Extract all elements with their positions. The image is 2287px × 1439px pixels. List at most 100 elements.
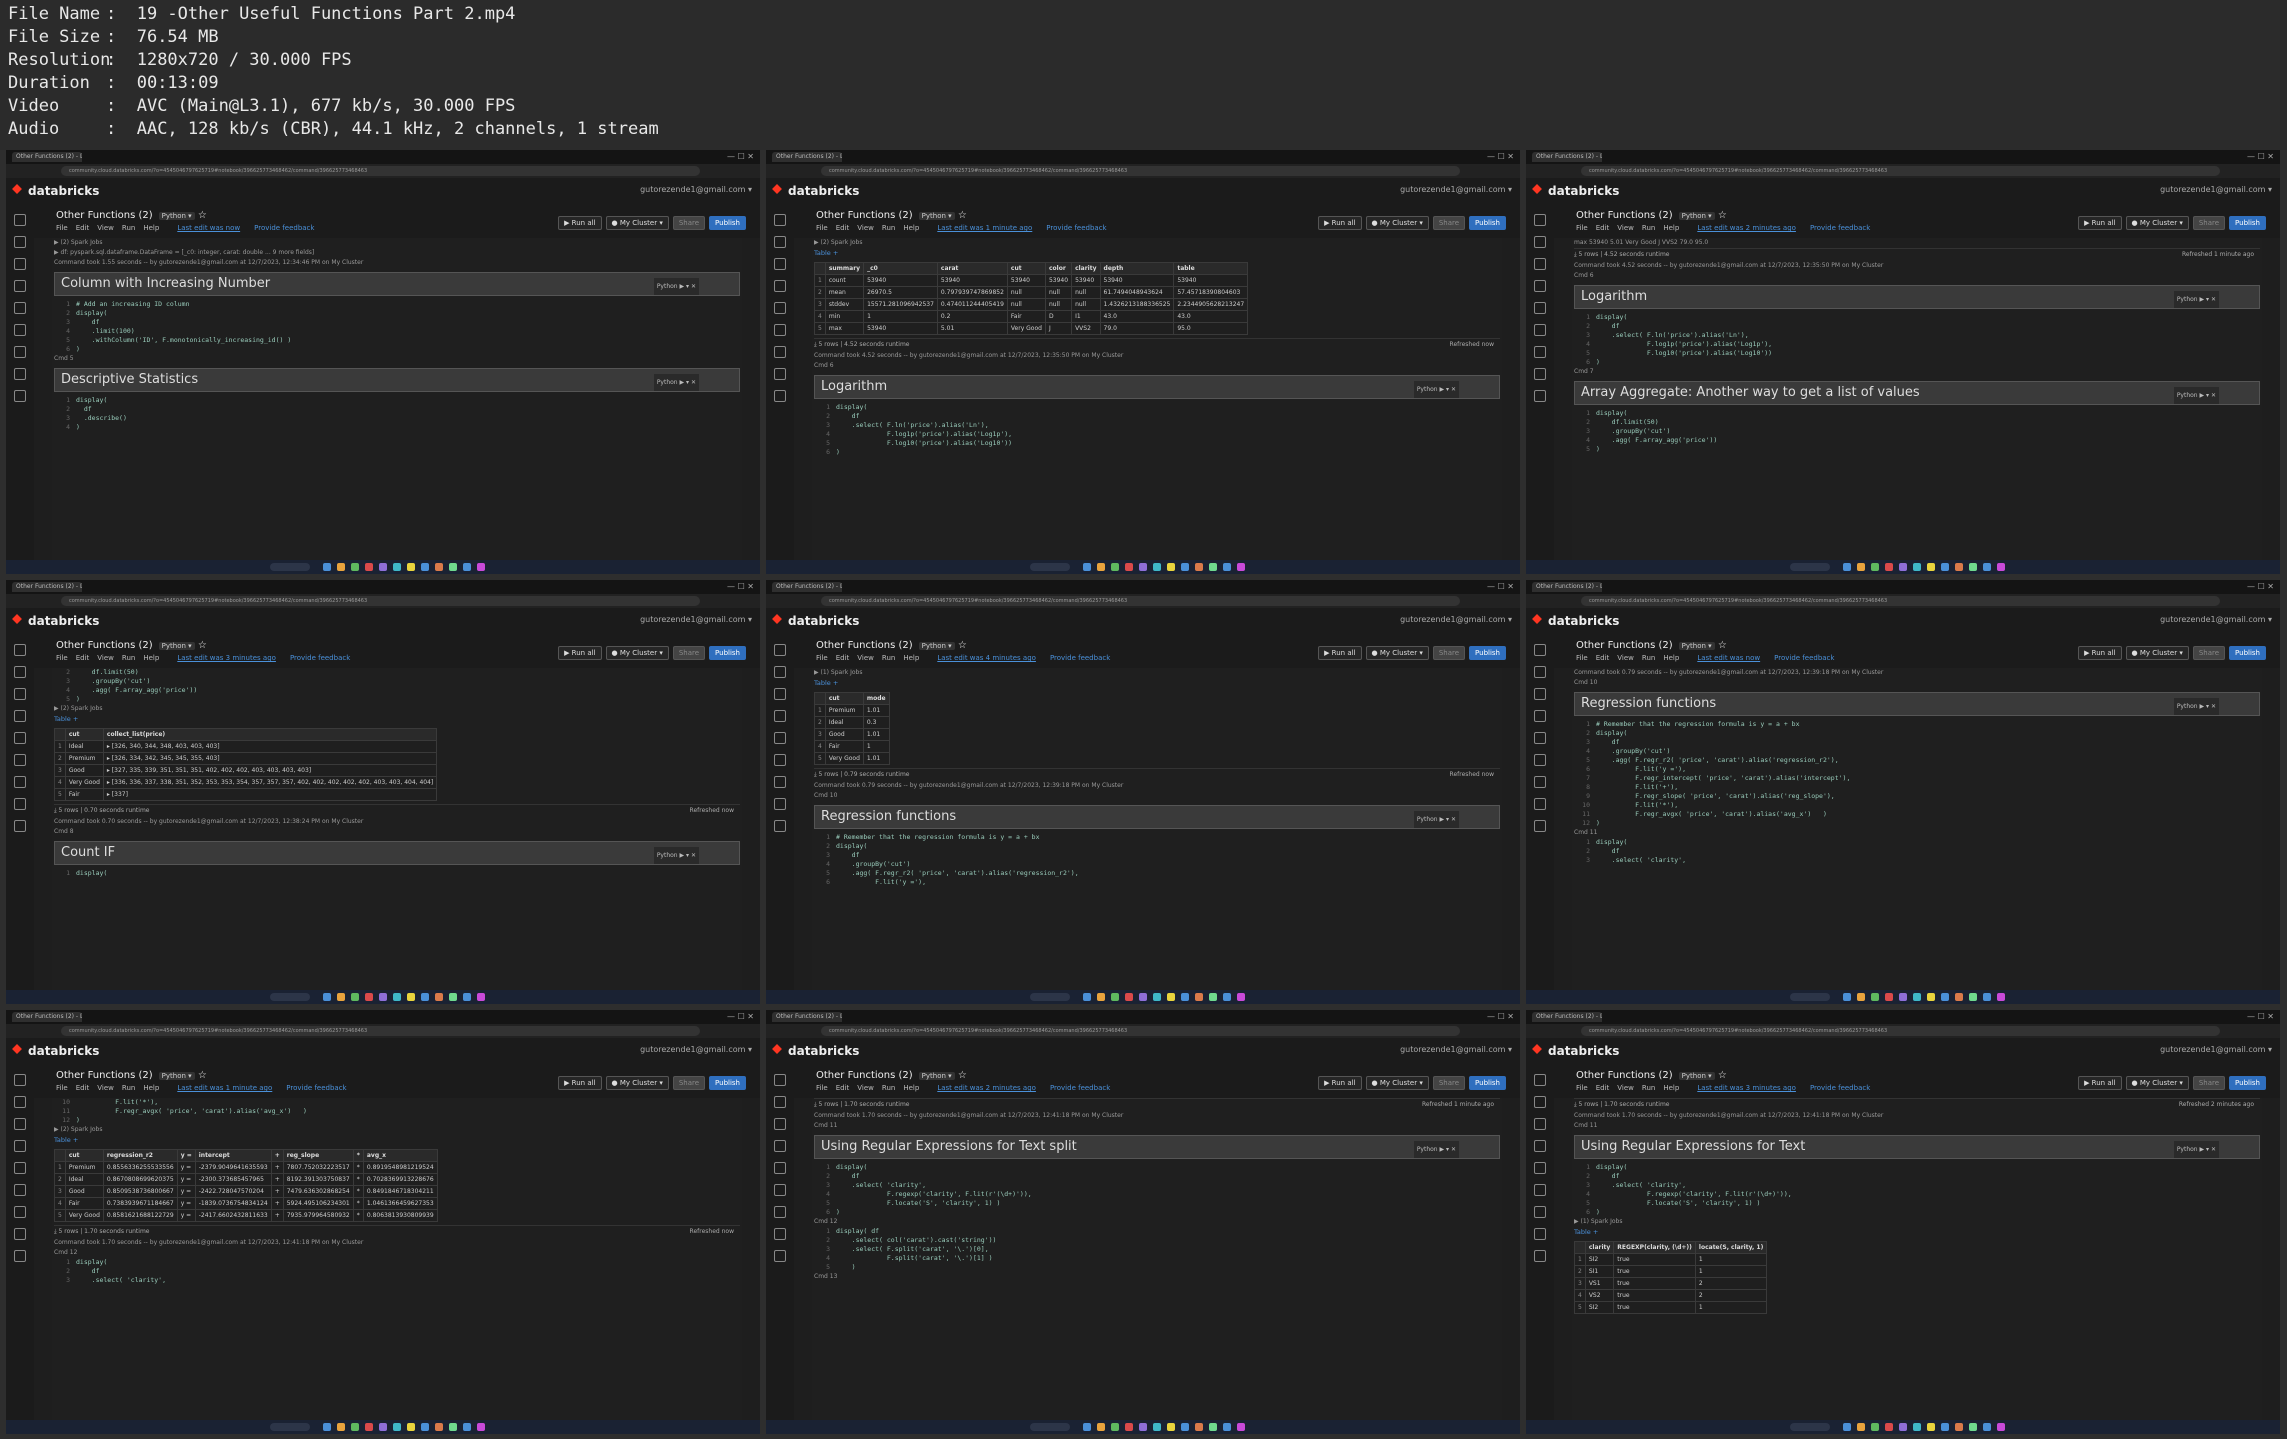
share-button[interactable]: Share bbox=[672, 1076, 706, 1090]
taskbar-app-icon[interactable] bbox=[477, 563, 485, 571]
menu-item[interactable]: View bbox=[857, 654, 874, 662]
column-header[interactable]: _c0 bbox=[863, 262, 938, 275]
code-line[interactable]: 11 F.regr_avgx( 'price', 'carat').alias(… bbox=[54, 1107, 740, 1116]
column-header[interactable]: summary bbox=[824, 262, 865, 275]
taskbar-app-icon[interactable] bbox=[1209, 1423, 1217, 1431]
python-badge[interactable]: Python ▶ ▾ ✕ bbox=[653, 847, 699, 864]
nav-icon[interactable] bbox=[1534, 1184, 1546, 1196]
window-controls[interactable]: — ☐ ✕ bbox=[2247, 582, 2274, 591]
taskbar-app-icon[interactable] bbox=[1899, 563, 1907, 571]
nav-icon[interactable] bbox=[14, 776, 26, 788]
column-header[interactable]: locate(S, clarity, 1) bbox=[1694, 1241, 1768, 1254]
column-header[interactable]: reg_slope bbox=[282, 1149, 354, 1162]
window-controls[interactable]: — ☐ ✕ bbox=[2247, 1012, 2274, 1021]
nav-icon[interactable] bbox=[1534, 1228, 1546, 1240]
menu-item[interactable]: File bbox=[1576, 1084, 1588, 1092]
menu-item[interactable]: View bbox=[97, 654, 114, 662]
code-line[interactable]: 1 display( bbox=[54, 869, 740, 878]
nav-icon[interactable] bbox=[1534, 798, 1546, 810]
taskbar-app-icon[interactable] bbox=[323, 993, 331, 1001]
code-line[interactable]: 12) bbox=[54, 1116, 740, 1125]
code-line[interactable]: 3 .select( F.ln('price').alias('Ln'), bbox=[814, 421, 1500, 430]
nav-icon[interactable] bbox=[774, 302, 786, 314]
menu-item[interactable]: Run bbox=[1642, 654, 1655, 662]
taskbar-app-icon[interactable] bbox=[1997, 563, 2005, 571]
column-header[interactable]: REGEXP(clarity, (\d+)) bbox=[1613, 1241, 1696, 1254]
last-edit-link[interactable]: Last edit was 3 minutes ago bbox=[1697, 1084, 1796, 1092]
code-line[interactable]: 5 F.locate('S', 'clarity', 1) ) bbox=[1574, 1199, 2260, 1208]
code-line[interactable]: 1 display( bbox=[54, 396, 740, 405]
code-line[interactable]: 6 F.lit('y ='), bbox=[1574, 765, 2260, 774]
taskbar-app-icon[interactable] bbox=[379, 993, 387, 1001]
taskbar-app-icon[interactable] bbox=[421, 1423, 429, 1431]
taskbar-app-icon[interactable] bbox=[1237, 563, 1245, 571]
url-input[interactable]: community.cloud.databricks.com/?o=454504… bbox=[821, 1026, 1460, 1036]
url-input[interactable]: community.cloud.databricks.com/?o=454504… bbox=[821, 596, 1460, 606]
nav-icon[interactable] bbox=[1534, 368, 1546, 380]
table-tab[interactable]: Table + bbox=[54, 1135, 740, 1146]
share-button[interactable]: Share bbox=[2192, 216, 2226, 230]
taskbar-search[interactable] bbox=[1029, 1423, 1070, 1431]
code-line[interactable]: 7 F.regr_intercept( 'price', 'carat').al… bbox=[1574, 774, 2260, 783]
language-badge[interactable]: Python ▾ bbox=[918, 1072, 955, 1080]
url-input[interactable]: community.cloud.databricks.com/?o=454504… bbox=[61, 1026, 700, 1036]
share-button[interactable]: Share bbox=[672, 646, 706, 660]
taskbar-app-icon[interactable] bbox=[393, 993, 401, 1001]
nav-icon[interactable] bbox=[14, 346, 26, 358]
language-badge[interactable]: Python ▾ bbox=[1678, 212, 1715, 220]
notebook-title[interactable]: Other Functions (2) Python ▾ ☆ bbox=[56, 1070, 207, 1081]
nav-icon[interactable] bbox=[14, 302, 26, 314]
browser-tab[interactable]: Other Functions (2) - Databri bbox=[12, 152, 82, 162]
menu-item[interactable]: Run bbox=[882, 654, 895, 662]
cluster-button[interactable]: ● My Cluster ▾ bbox=[605, 216, 669, 230]
user-email[interactable]: gutorezende1@gmail.com ▾ bbox=[640, 615, 752, 624]
taskbar-app-icon[interactable] bbox=[1223, 993, 1231, 1001]
user-email[interactable]: gutorezende1@gmail.com ▾ bbox=[1400, 615, 1512, 624]
taskbar-app-icon[interactable] bbox=[1139, 993, 1147, 1001]
language-badge[interactable]: Python ▾ bbox=[158, 1072, 195, 1080]
window-controls[interactable]: — ☐ ✕ bbox=[1487, 1012, 1514, 1021]
browser-tab[interactable]: Other Functions (2) - Databri bbox=[1532, 152, 1602, 162]
python-badge[interactable]: Python ▶ ▾ ✕ bbox=[653, 278, 699, 295]
code-line[interactable]: 4 .limit(100) bbox=[54, 327, 740, 336]
menu-item[interactable]: Run bbox=[122, 654, 135, 662]
taskbar-app-icon[interactable] bbox=[449, 1423, 457, 1431]
taskbar-app-icon[interactable] bbox=[1969, 993, 1977, 1001]
taskbar-app-icon[interactable] bbox=[1209, 993, 1217, 1001]
menu-item[interactable]: View bbox=[97, 1084, 114, 1092]
taskbar-app-icon[interactable] bbox=[1181, 1423, 1189, 1431]
column-header[interactable]: cut bbox=[64, 1149, 104, 1162]
nav-icon[interactable] bbox=[774, 368, 786, 380]
code-line[interactable]: 10 F.lit('*'), bbox=[54, 1098, 740, 1107]
run-all-button[interactable]: ▶ Run all bbox=[558, 646, 602, 660]
nav-icon[interactable] bbox=[774, 688, 786, 700]
code-line[interactable]: 3 .select( F.split('carat', '\.')[0], bbox=[814, 1245, 1500, 1254]
column-header[interactable]: + bbox=[270, 1149, 284, 1162]
language-badge[interactable]: Python ▾ bbox=[918, 642, 955, 650]
taskbar-app-icon[interactable] bbox=[1237, 993, 1245, 1001]
code-line[interactable]: 1 # Remember that the regression formula … bbox=[1574, 720, 2260, 729]
nav-icon[interactable] bbox=[1534, 346, 1546, 358]
code-line[interactable]: 3 .select( F.ln('price').alias('Ln'), bbox=[1574, 331, 2260, 340]
user-email[interactable]: gutorezende1@gmail.com ▾ bbox=[2160, 185, 2272, 194]
code-line[interactable]: 5 .agg( F.regr_r2( 'price', 'carat').ali… bbox=[814, 869, 1500, 878]
run-all-button[interactable]: ▶ Run all bbox=[1318, 1076, 1362, 1090]
menu-item[interactable]: Help bbox=[1663, 224, 1679, 232]
last-edit-link[interactable]: Last edit was 4 minutes ago bbox=[937, 654, 1036, 662]
nav-icon[interactable] bbox=[1534, 302, 1546, 314]
taskbar-app-icon[interactable] bbox=[435, 993, 443, 1001]
nav-icon[interactable] bbox=[774, 710, 786, 722]
run-all-button[interactable]: ▶ Run all bbox=[2078, 646, 2122, 660]
nav-icon[interactable] bbox=[14, 1074, 26, 1086]
last-edit-link[interactable]: Last edit was 2 minutes ago bbox=[1697, 224, 1796, 232]
star-icon[interactable]: ☆ bbox=[955, 1070, 967, 1081]
taskbar-app-icon[interactable] bbox=[1097, 563, 1105, 571]
share-button[interactable]: Share bbox=[1432, 216, 1466, 230]
taskbar-app-icon[interactable] bbox=[1223, 563, 1231, 571]
menu-item[interactable]: Help bbox=[903, 224, 919, 232]
taskbar-app-icon[interactable] bbox=[1209, 563, 1217, 571]
cluster-button[interactable]: ● My Cluster ▾ bbox=[1365, 646, 1429, 660]
language-badge[interactable]: Python ▾ bbox=[158, 642, 195, 650]
browser-tab[interactable]: Other Functions (2) - Databri bbox=[1532, 1012, 1602, 1022]
nav-icon[interactable] bbox=[14, 258, 26, 270]
